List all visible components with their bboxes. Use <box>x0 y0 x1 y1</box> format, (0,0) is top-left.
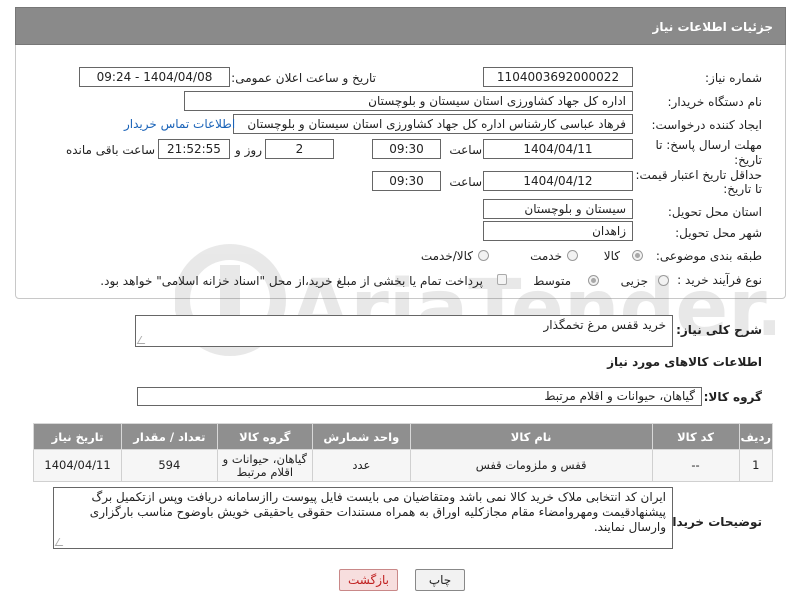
back-button[interactable]: بازگشت <box>339 569 398 591</box>
days-label: روز و <box>235 143 262 157</box>
buyer-org-field: اداره کل جهاد کشاورزی استان سیستان و بلو… <box>184 91 633 111</box>
cell-item-name: قفس و ملزومات قفس <box>409 449 653 482</box>
buyer-notes-field: ایران کد انتخابی ملاک خرید کالا نمی باشد… <box>53 487 673 549</box>
cell-unit: عدد <box>312 449 411 482</box>
need-number-label: شماره نیاز: <box>705 71 762 85</box>
province-label: استان محل تحویل: <box>667 205 762 219</box>
panel-header: جزئیات اطلاعات نیاز <box>15 7 786 45</box>
reply-deadline-label-2: تاریخ: <box>734 153 762 167</box>
city-field: زاهدان <box>483 221 633 241</box>
resize-handle-icon[interactable] <box>54 538 68 546</box>
price-validity-label-2: تا تاریخ: <box>723 182 762 196</box>
buyer-contact-link[interactable]: اطلاعات تماس خریدار <box>124 117 235 131</box>
price-hour-label: ساعت <box>449 175 482 189</box>
category-radio-service[interactable] <box>567 250 578 261</box>
payment-note: پرداخت تمام یا بخشی از مبلغ خرید،از محل … <box>100 274 483 288</box>
goods-section-title: اطلاعات کالاهای مورد نیاز <box>607 355 762 369</box>
announce-field: 1404/04/08 - 09:24 <box>79 67 230 87</box>
category-option-goods: کالا <box>603 249 620 263</box>
days-field: 2 <box>265 139 334 159</box>
requester-field: فرهاد عباسی کارشناس اداره کل جهاد کشاورز… <box>233 114 633 134</box>
reply-time-field: 09:30 <box>372 139 441 159</box>
reply-date-field: 1404/04/11 <box>483 139 633 159</box>
cell-group: گیاهان، حیوانات و اقلام مرتبط <box>216 449 314 482</box>
col-item-code: کد کالا <box>651 423 740 450</box>
city-label: شهر محل تحویل: <box>675 226 762 240</box>
buyer-org-label: نام دستگاه خریدار: <box>667 95 763 109</box>
panel-title: جزئیات اطلاعات نیاز <box>652 20 773 34</box>
need-number-field: 1104003692000022 <box>483 67 633 87</box>
process-radio-medium[interactable] <box>588 275 599 286</box>
remaining-label: ساعت باقی مانده <box>65 143 155 157</box>
table-header-row: ردیف کد کالا نام کالا واحد شمارش گروه کا… <box>32 423 774 450</box>
col-item-name: نام کالا <box>409 423 653 450</box>
col-unit: واحد شمارش <box>312 423 411 450</box>
treasury-payment-checkbox[interactable] <box>497 274 507 285</box>
cell-item-code: -- <box>651 449 740 482</box>
print-button[interactable]: چاپ <box>415 569 465 591</box>
table-row: 1 -- قفس و ملزومات قفس عدد گیاهان، حیوان… <box>32 449 774 482</box>
buyer-notes-label: توضیحات خریدار: <box>660 515 762 529</box>
category-option-service: خدمت <box>530 249 562 263</box>
requester-label: ایجاد کننده درخواست: <box>651 118 762 132</box>
col-quantity: تعداد / مقدار <box>121 423 218 450</box>
goods-group-label: گروه کالا: <box>703 390 762 404</box>
price-time-field: 09:30 <box>372 171 441 191</box>
province-field: سیستان و بلوچستان <box>483 199 633 219</box>
col-row-number: ردیف <box>738 423 774 450</box>
cell-row-number: 1 <box>738 449 774 482</box>
process-label: نوع فرآیند خرید : <box>677 273 762 287</box>
goods-table: ردیف کد کالا نام کالا واحد شمارش گروه کا… <box>32 423 774 482</box>
col-need-date: تاریخ نیاز <box>32 423 123 450</box>
process-option-medium: متوسط <box>533 274 571 288</box>
reply-hour-label: ساعت <box>449 143 482 157</box>
resize-handle-icon[interactable] <box>136 336 150 344</box>
announce-label: تاریخ و ساعت اعلان عمومی: <box>231 71 376 85</box>
cell-quantity: 594 <box>121 449 218 482</box>
remaining-time-field: 21:52:55 <box>158 139 230 159</box>
process-radio-partial[interactable] <box>658 275 669 286</box>
price-date-field: 1404/04/12 <box>483 171 633 191</box>
category-option-goods-service: کالا/خدمت <box>420 249 473 263</box>
process-option-partial: جزیی <box>620 274 648 288</box>
cell-need-date: 1404/04/11 <box>32 449 123 482</box>
col-group: گروه کالا <box>216 423 314 450</box>
summary-field: خرید قفس مرغ تخمگذار <box>135 315 673 347</box>
category-label: طبقه بندی موضوعی: <box>655 249 762 263</box>
reply-deadline-label: مهلت ارسال پاسخ: تا <box>655 138 762 152</box>
summary-label: شرح کلی نیاز: <box>676 323 762 337</box>
price-validity-label: حداقل تاریخ اعتبار قیمت: <box>635 168 762 182</box>
category-radio-goods-service[interactable] <box>478 250 489 261</box>
category-radio-goods[interactable] <box>632 250 643 261</box>
goods-group-field: گیاهان، حیوانات و اقلام مرتبط <box>137 387 702 406</box>
